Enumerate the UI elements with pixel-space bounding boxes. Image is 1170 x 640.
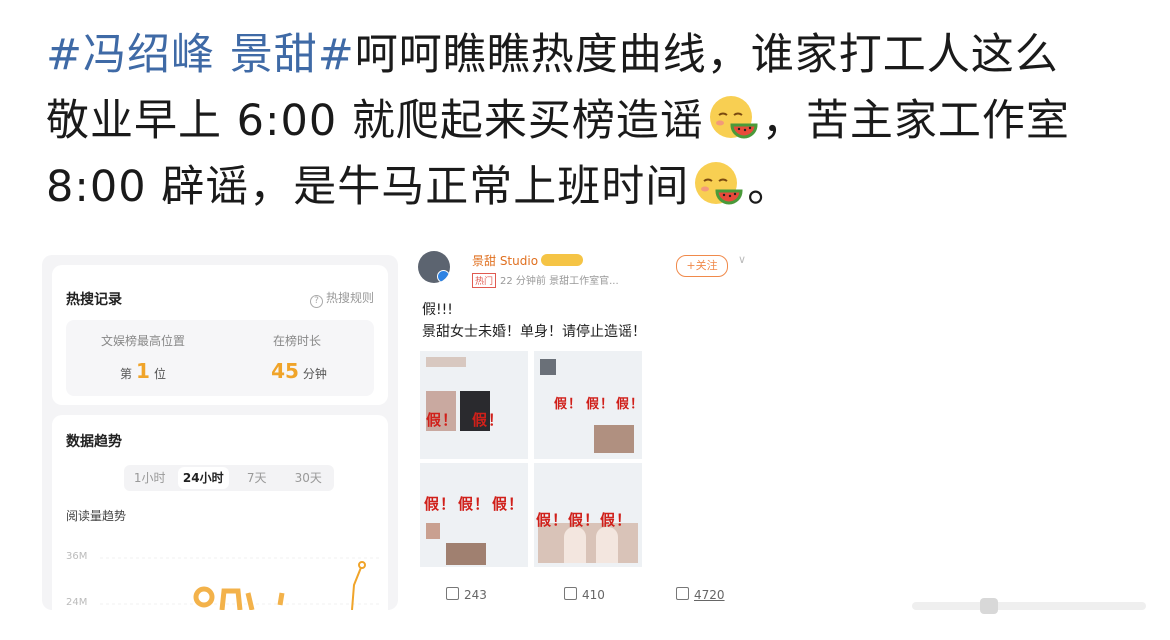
verified-icon bbox=[437, 270, 450, 283]
hot-search-title: 热搜记录 bbox=[66, 292, 122, 308]
watermark-icon bbox=[912, 598, 1146, 614]
username[interactable]: 景甜 Studio bbox=[472, 252, 584, 269]
post-text-line2: 敬业早上 6:00 就爬起来买榜造谣 bbox=[46, 96, 704, 146]
post-body: #冯绍峰 景甜#呵呵瞧瞧热度曲线，谁家打工人这么 敬业早上 6:00 就爬起来买… bbox=[46, 22, 1136, 220]
chevron-down-icon[interactable]: ∨ bbox=[738, 253, 746, 266]
grid-image-4[interactable]: 假！ 假！ 假！ bbox=[534, 463, 642, 567]
hot-search-rules-link[interactable]: ? 热搜规则 bbox=[309, 289, 374, 308]
post-text-line1: 呵呵瞧瞧热度曲线，谁家打工人这么 bbox=[354, 30, 1059, 80]
hashtag-link[interactable]: #冯绍峰 景甜# bbox=[46, 30, 355, 80]
rank-stat: 文娱榜最高位置 第1位 bbox=[100, 334, 185, 383]
follow-button[interactable]: +关注 bbox=[676, 255, 728, 277]
like-button[interactable]: 4720 bbox=[676, 587, 725, 602]
rank-value: 1 bbox=[136, 359, 150, 383]
hot-search-screenshot: 热搜记录 ? 热搜规则 文娱榜最高位置 第1位 在榜时长 45 分钟 数据趋势 1小… bbox=[42, 255, 398, 610]
stat-box: 文娱榜最高位置 第1位 在榜时长 45 分钟 bbox=[66, 320, 374, 396]
post-meta: 热门 22 分钟前 景甜工作室官... bbox=[472, 272, 619, 288]
read-trend-chart bbox=[100, 557, 382, 610]
post-text-line2b: ，苦主家工作室 bbox=[761, 96, 1070, 146]
grid-image-1[interactable]: 假！ 假！ bbox=[420, 351, 528, 459]
duration-value: 45 bbox=[271, 359, 299, 383]
weibo-studio-post: 景甜 Studio 热门 22 分钟前 景甜工作室官... +关注 ∨ 假!!! … bbox=[418, 245, 758, 617]
comment-button[interactable]: 410 bbox=[564, 587, 605, 602]
vip-badge-icon bbox=[541, 254, 584, 266]
hot-badge: 热门 bbox=[472, 273, 497, 288]
weibo-text-1: 假!!! bbox=[422, 302, 453, 318]
image-grid: 假！ 假！ 假！ 假！ 假！ 假！ 假！ 假！ 假！ 假！ 假！ bbox=[420, 351, 642, 567]
post-text-line3b: 。 bbox=[747, 162, 792, 212]
melon-eating-emoji-icon bbox=[695, 162, 743, 205]
melon-eating-emoji-icon bbox=[709, 96, 758, 139]
comment-icon bbox=[564, 587, 577, 600]
question-icon: ? bbox=[309, 295, 323, 308]
repost-button[interactable]: 243 bbox=[446, 587, 487, 602]
weibo-text-2: 景甜女士未婚！单身！请停止造谣！ bbox=[422, 324, 646, 340]
grid-image-3[interactable]: 假！ 假！ 假！ bbox=[420, 463, 528, 567]
duration-stat: 在榜时长 45 分钟 bbox=[271, 334, 327, 383]
grid-image-2[interactable]: 假！ 假！ 假！ bbox=[534, 351, 642, 459]
avatar[interactable] bbox=[418, 251, 450, 283]
thumbs-up-icon bbox=[676, 587, 689, 600]
post-text-line3: 8:00 辟谣，是牛马正常上班时间 bbox=[46, 162, 690, 212]
data-trend-card: 数据趋势 1小时 24小时 7天 30天 阅读量趋势 36M 24M bbox=[52, 415, 388, 610]
repost-icon bbox=[446, 587, 459, 600]
hot-search-card: 热搜记录 ? 热搜规则 文娱榜最高位置 第1位 在榜时长 45 分钟 bbox=[52, 265, 388, 405]
